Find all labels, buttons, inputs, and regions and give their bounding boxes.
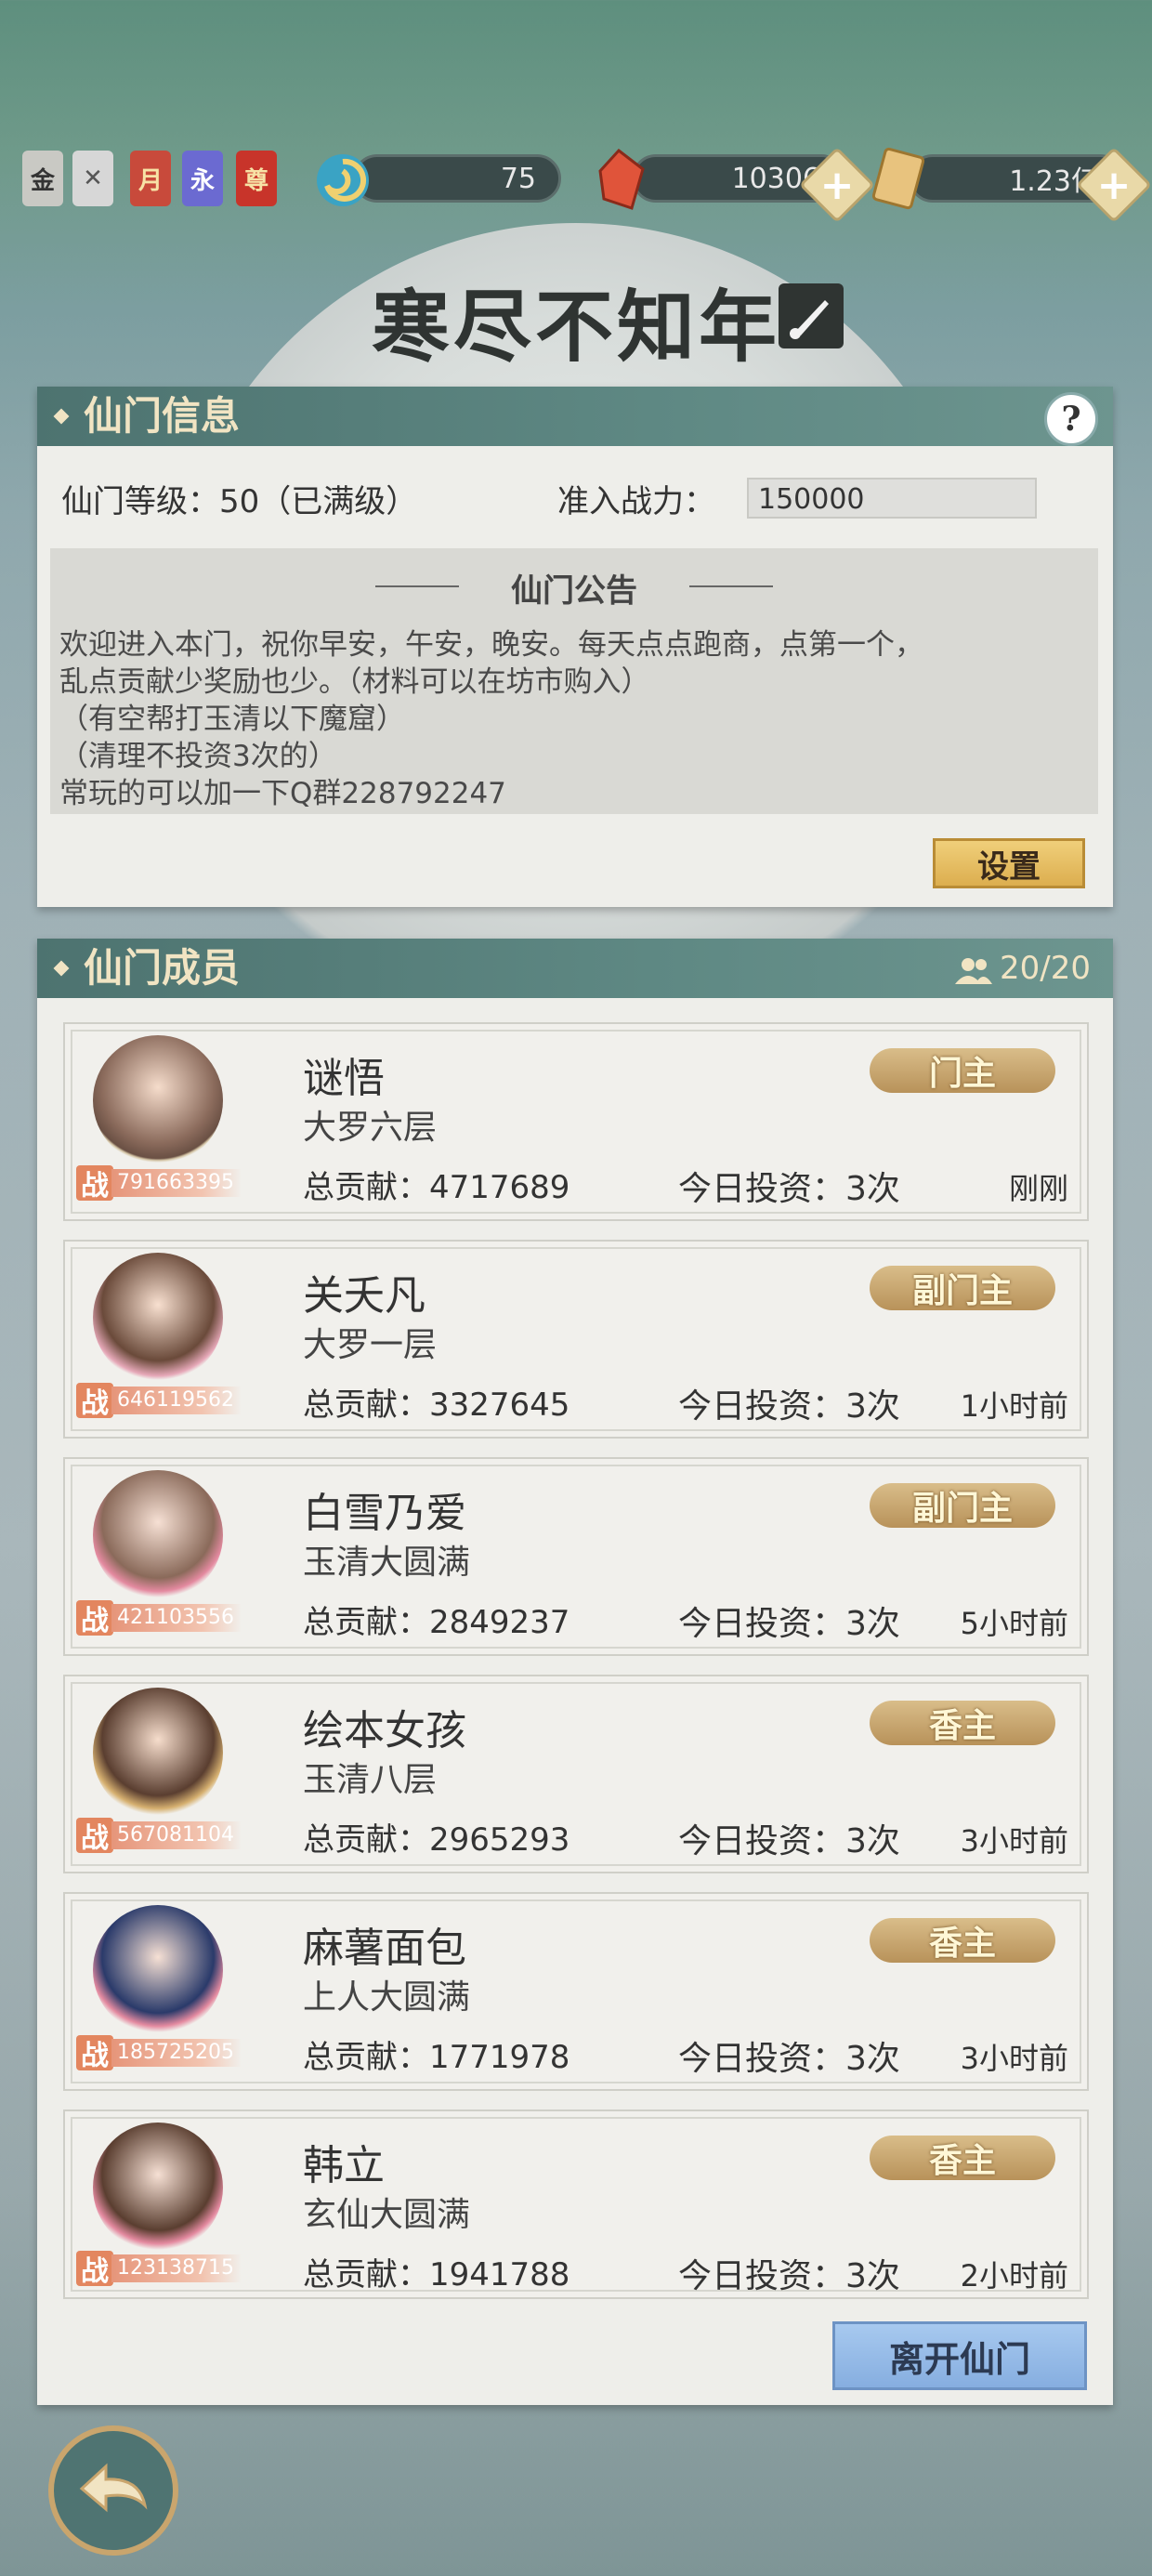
settings-button[interactable]: 设置	[933, 838, 1085, 888]
member-contribution: 总贡献：1941788	[303, 2256, 570, 2293]
red-crystal-icon	[598, 148, 645, 210]
member-contribution: 总贡献：2965293	[303, 1821, 570, 1859]
power-tag: 战 646119562	[76, 1383, 253, 1420]
member-investment: 今日投资：3次	[678, 1822, 900, 1860]
power-requirement-field[interactable]: 150000	[747, 478, 1037, 519]
member-avatar[interactable]	[93, 1035, 223, 1165]
power-tag: 战 791663395	[76, 1165, 253, 1203]
member-realm: 大罗一层	[303, 1326, 438, 1364]
member-card[interactable]: 战 791663395 谜悟 大罗六层 总贡献：4717689 今日投资：3次 刚…	[63, 1022, 1089, 1221]
member-last-online: 3小时前	[960, 2041, 1068, 2076]
power-tag: 战 421103556	[76, 1600, 253, 1637]
members-header: 仙门成员 20/20	[37, 939, 1113, 998]
member-contribution: 总贡献：3327645	[303, 1387, 570, 1424]
member-last-online: 3小时前	[960, 1823, 1068, 1859]
member-name: 谜悟	[303, 1055, 385, 1102]
member-realm: 玉清八层	[303, 1761, 438, 1799]
member-rank-badge: 门主	[870, 1048, 1055, 1093]
member-card[interactable]: 战 185725205 麻薯面包 上人大圆满 总贡献：1771978 今日投资：3…	[63, 1892, 1089, 2091]
power-requirement-label: 准入战力：	[557, 483, 715, 520]
member-avatar[interactable]	[93, 1470, 223, 1600]
help-icon[interactable]: ?	[1044, 392, 1098, 446]
member-card[interactable]: 战 567081104 绘本女孩 玉清八层 总贡献：2965293 今日投资：3次…	[63, 1675, 1089, 1873]
member-contribution: 总贡献：1771978	[303, 2039, 570, 2076]
vip-badge-forever[interactable]: 永	[182, 151, 223, 206]
member-name: 白雪乃爱	[303, 1490, 466, 1537]
member-rank-badge: 副门主	[870, 1483, 1055, 1528]
power-tag: 战 185725205	[76, 2035, 253, 2072]
member-name: 绘本女孩	[303, 1707, 466, 1755]
member-investment: 今日投资：3次	[678, 2040, 900, 2078]
member-investment: 今日投资：3次	[678, 1170, 900, 1208]
vip-badge-gold[interactable]: 金	[22, 151, 63, 206]
member-card[interactable]: 战 421103556 白雪乃爱 玉清大圆满 总贡献：2849237 今日投资：3…	[63, 1457, 1089, 1656]
member-last-online: 5小时前	[960, 1606, 1068, 1641]
sect-notice-board: 仙门公告 欢迎进入本门，祝你早安，午安，晚安。每天点点跑商，点第一个， 乱点贡献…	[50, 548, 1098, 814]
people-icon	[955, 957, 993, 984]
member-name: 韩立	[303, 2142, 385, 2189]
member-name: 关夭凡	[303, 1272, 425, 1320]
member-investment: 今日投资：3次	[678, 2257, 900, 2295]
member-card[interactable]: 战 123138715 韩立 玄仙大圆满 总贡献：1941788 今日投资：3次 …	[63, 2109, 1089, 2299]
member-rank-badge: 香主	[870, 1701, 1055, 1745]
member-last-online: 刚刚	[1008, 1171, 1068, 1206]
diamond-icon	[53, 408, 70, 425]
top-resource-bar: 金 ✕ 月 永 尊 75 10306 + 1.23亿 +	[0, 130, 1152, 232]
member-investment: 今日投资：3次	[678, 1387, 900, 1426]
vip-badge-cross[interactable]: ✕	[72, 151, 113, 206]
member-realm: 大罗六层	[303, 1109, 438, 1147]
member-avatar[interactable]	[93, 1253, 223, 1383]
member-rank-badge: 香主	[870, 2136, 1055, 2180]
notice-title: 仙门公告	[511, 572, 637, 610]
diamond-icon	[53, 960, 70, 977]
member-avatar[interactable]	[93, 1905, 223, 2035]
member-last-online: 1小时前	[960, 1388, 1068, 1424]
member-rank-badge: 副门主	[870, 1266, 1055, 1310]
notice-text: 欢迎进入本门，祝你早安，午安，晚安。每天点点跑商，点第一个， 乱点贡献少奖励也少…	[59, 628, 923, 810]
member-realm: 玉清大圆满	[303, 1544, 471, 1582]
sect-title: 寒尽不知年	[371, 281, 780, 373]
back-button[interactable]	[48, 2425, 178, 2556]
sect-level: 仙门等级：50（已满级）	[61, 483, 418, 520]
vip-badge-supreme[interactable]: 尊	[236, 151, 277, 206]
member-realm: 玄仙大圆满	[303, 2196, 471, 2234]
member-card[interactable]: 战 646119562 关夭凡 大罗一层 总贡献：3327645 今日投资：3次 …	[63, 1240, 1089, 1439]
member-avatar[interactable]	[93, 1688, 223, 1818]
member-avatar[interactable]	[93, 2123, 223, 2253]
member-rank-badge: 香主	[870, 1918, 1055, 1963]
member-investment: 今日投资：3次	[678, 1605, 900, 1643]
spirit-swirl-icon	[317, 154, 369, 206]
member-realm: 上人大圆满	[303, 1978, 471, 2017]
spirit-counter: 75	[353, 154, 561, 203]
scroll-icon	[871, 147, 925, 210]
member-name: 麻薯面包	[303, 1925, 466, 1972]
member-last-online: 2小时前	[960, 2258, 1068, 2293]
member-contribution: 总贡献：4717689	[303, 1169, 570, 1206]
vip-badge-month[interactable]: 月	[130, 151, 171, 206]
back-arrow-icon	[79, 2463, 148, 2513]
member-count: 20/20	[953, 939, 1091, 998]
power-tag: 战 567081104	[76, 1818, 253, 1855]
member-contribution: 总贡献：2849237	[303, 1604, 570, 1641]
power-tag: 战 123138715	[76, 2251, 253, 2288]
leave-sect-button[interactable]: 离开仙门	[832, 2321, 1087, 2390]
edit-name-brush-icon[interactable]	[779, 283, 844, 348]
sect-info-header: 仙门信息 ?	[37, 387, 1113, 446]
